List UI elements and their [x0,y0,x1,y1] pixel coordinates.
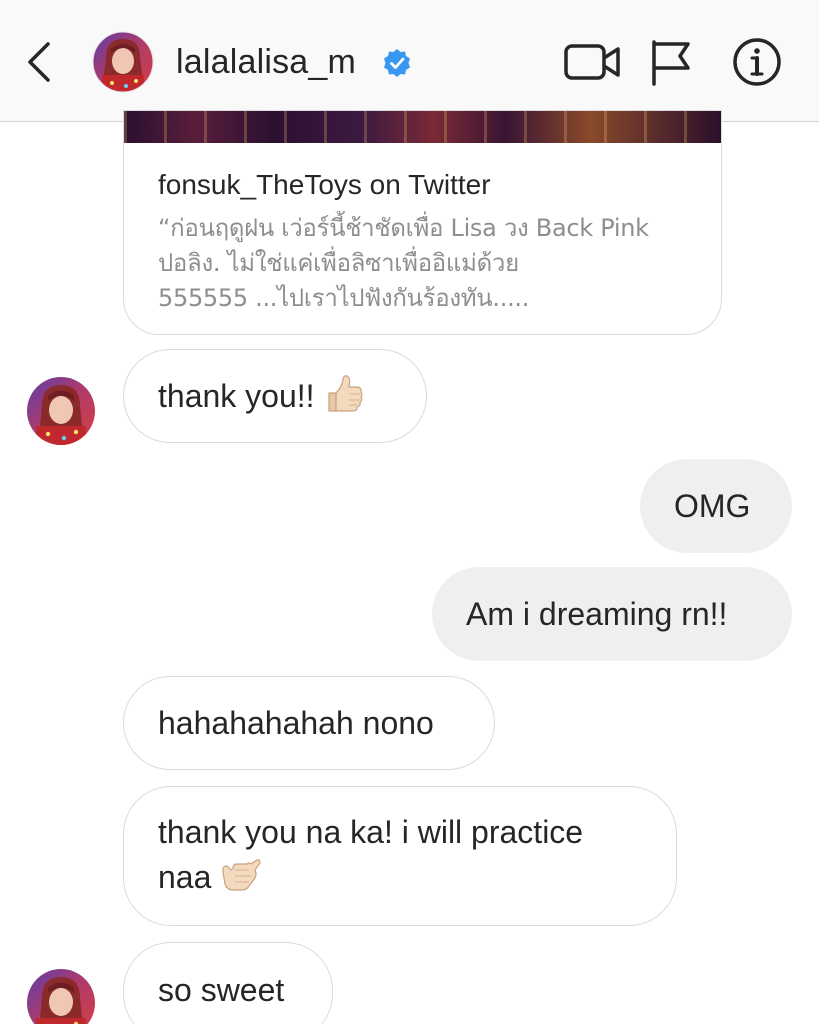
message-text: Am i dreaming rn!! [466,596,728,632]
outgoing-message-bubble[interactable]: Am i dreaming rn!! [432,567,792,661]
link-card-description-line: ปอลิง. ไม่ใช่แค่เพื่อลิซาเพื่ออิแม่ด้วย [158,249,519,277]
message-text: OMG [674,488,751,524]
thumbs-up-emoji-icon [323,373,365,415]
link-card-description: “ก่อนฤดูฝน เว่อร์นี้ช้าชัดเพื่อ Lisa วง … [158,211,698,316]
link-card-description-line: “ก่อนฤดูฝน เว่อร์นี้ช้าชัดเพื่อ Lisa วง … [158,214,649,242]
back-button[interactable] [18,38,62,86]
flag-icon[interactable] [648,36,694,88]
verified-badge-icon [384,49,410,77]
sender-avatar[interactable] [26,968,96,1024]
chat-header: lalalalisa_m [0,0,819,122]
message-text-line: naa [158,859,212,895]
incoming-message-bubble[interactable]: thank you na ka! i will practice naa [123,786,677,926]
link-preview-image [124,111,721,143]
chat-username[interactable]: lalalalisa_m [176,42,356,82]
shared-link-card[interactable]: fonsuk_TheToys on Twitter “ก่อนฤดูฝน เว่… [123,110,722,335]
sender-avatar[interactable] [26,376,96,446]
message-text: so sweet [158,972,285,1008]
message-text: hahahahahah nono [158,705,434,741]
outgoing-message-bubble[interactable]: OMG [640,459,792,553]
video-call-icon[interactable] [562,36,622,88]
incoming-message-bubble[interactable]: thank you!! [123,349,427,443]
message-text-line: thank you na ka! i will practice [158,814,584,850]
incoming-message-bubble[interactable]: hahahahahah nono [123,676,495,770]
call-me-hand-emoji-icon [219,854,261,896]
link-card-description-line: 555555 ...ไปเราไปฟังกันร้องทัน..... [158,284,530,312]
link-card-title: fonsuk_TheToys on Twitter [158,169,491,200]
message-text: thank you!! [158,378,315,414]
info-icon[interactable] [730,36,784,88]
profile-avatar[interactable] [92,31,154,93]
chevron-left-icon [28,42,50,82]
incoming-message-bubble[interactable]: so sweet [123,942,333,1024]
